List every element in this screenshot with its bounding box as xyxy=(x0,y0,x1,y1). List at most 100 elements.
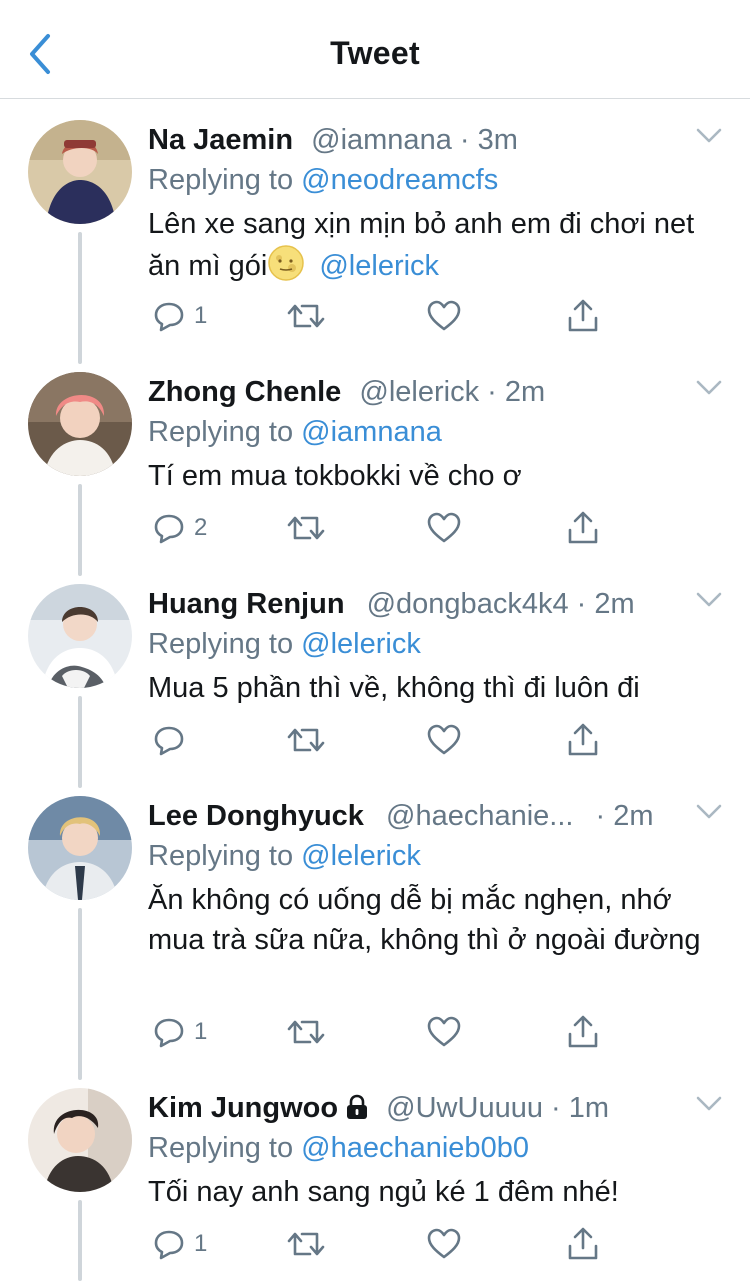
share-button[interactable] xyxy=(566,296,600,336)
tweet-header: Huang Renjun @dongback4k4 · 2m xyxy=(148,584,690,624)
avatar[interactable] xyxy=(28,584,132,688)
replying-label: Replying to xyxy=(148,628,294,660)
username[interactable]: @haechanie... xyxy=(386,800,573,832)
avatar[interactable] xyxy=(28,120,132,224)
timestamp[interactable]: 2m xyxy=(505,376,545,408)
share-icon xyxy=(568,1227,598,1260)
replying-to-link[interactable]: @haechanieb0b0 xyxy=(301,1132,529,1164)
like-button[interactable] xyxy=(426,1224,462,1264)
like-button[interactable] xyxy=(426,508,462,548)
tweet-actions: 1 xyxy=(148,1012,728,1052)
share-button[interactable] xyxy=(566,1224,600,1264)
heart-icon xyxy=(427,1016,461,1047)
retweet-icon xyxy=(287,304,325,328)
tweet[interactable]: Huang Renjun @dongback4k4 · 2m Replying … xyxy=(0,584,750,784)
chevron-down-icon[interactable] xyxy=(696,804,722,820)
avatar[interactable] xyxy=(28,372,132,476)
username[interactable]: @iamnana xyxy=(311,124,452,156)
replying-to-link[interactable]: @iamnana xyxy=(301,416,442,448)
mention-link[interactable]: @lelerick xyxy=(319,250,439,282)
display-name[interactable]: Kim Jungwoo xyxy=(148,1092,338,1124)
like-button[interactable] xyxy=(426,720,462,760)
replying-label: Replying to xyxy=(148,416,294,448)
retweet-button[interactable] xyxy=(286,720,326,760)
retweet-icon xyxy=(287,516,325,540)
tweet-header: Na Jaemin @iamnana · 3m xyxy=(148,120,690,160)
share-button[interactable] xyxy=(566,1012,600,1052)
tweet-header: Lee Donghyuck @haechanie... · 2m xyxy=(148,796,690,836)
share-icon xyxy=(568,1015,598,1048)
reply-button[interactable]: 2 xyxy=(152,508,207,548)
tweet-header: Kim Jungwoo @UwUuuuu · 1m xyxy=(148,1088,690,1128)
reply-button[interactable]: 1 xyxy=(152,1224,207,1264)
separator-dot: · xyxy=(595,800,606,832)
chevron-down-icon[interactable] xyxy=(696,592,722,608)
tweet-actions: 2 xyxy=(148,508,728,548)
replying-to-link[interactable]: @neodreamcfs xyxy=(301,164,498,196)
display-name[interactable]: Lee Donghyuck xyxy=(148,800,364,832)
chevron-down-icon[interactable] xyxy=(696,128,722,144)
separator-dot: · xyxy=(576,588,587,620)
timestamp[interactable]: 2m xyxy=(613,800,653,832)
replying-label: Replying to xyxy=(148,164,294,196)
retweet-button[interactable] xyxy=(286,1224,326,1264)
tweet-text: Tí em mua tokbokki về cho ơ xyxy=(148,460,522,492)
tweet-text: Mua 5 phần thì về, không thì đi luôn đi xyxy=(148,672,640,704)
tweet-text: Tối nay anh sang ngủ ké 1 đêm nhé! xyxy=(148,1176,619,1208)
share-button[interactable] xyxy=(566,508,600,548)
reply-button[interactable]: 1 xyxy=(152,1012,207,1052)
replying-to-link[interactable]: @lelerick xyxy=(301,628,421,660)
separator-dot: · xyxy=(551,1092,561,1124)
avatar[interactable] xyxy=(28,796,132,900)
chevron-down-icon[interactable] xyxy=(696,380,722,396)
username[interactable]: @lelerick xyxy=(359,376,479,408)
tweet[interactable]: Na Jaemin @iamnana · 3m Replying to @neo… xyxy=(0,120,750,350)
tweet[interactable]: Zhong Chenle @lelerick · 2m Replying to … xyxy=(0,372,750,572)
retweet-button[interactable] xyxy=(286,508,326,548)
retweet-button[interactable] xyxy=(286,296,326,336)
reply-count: 1 xyxy=(194,1230,208,1257)
chevron-down-icon[interactable] xyxy=(696,1096,722,1112)
heart-icon xyxy=(427,300,461,331)
heart-icon xyxy=(427,1228,461,1259)
avatar[interactable] xyxy=(28,1088,132,1192)
replying-to: Replying to @lelerick xyxy=(148,836,421,876)
reply-count: 1 xyxy=(194,1018,208,1045)
retweet-icon xyxy=(287,728,325,752)
retweet-icon xyxy=(287,1020,325,1044)
username[interactable]: @UwUuuuu xyxy=(386,1092,543,1124)
like-button[interactable] xyxy=(426,296,462,336)
page-title: Tweet xyxy=(330,35,420,71)
share-button[interactable] xyxy=(566,720,600,760)
reply-icon xyxy=(154,514,184,544)
top-bar: Tweet xyxy=(0,0,750,99)
replying-to-link[interactable]: @lelerick xyxy=(301,840,421,872)
reply-button[interactable] xyxy=(152,720,194,760)
tweet-header: Zhong Chenle @lelerick · 2m xyxy=(148,372,690,412)
timestamp[interactable]: 2m xyxy=(594,588,634,620)
like-button[interactable] xyxy=(426,1012,462,1052)
reply-count: 1 xyxy=(194,302,208,329)
tweet-text: Ăn không có uống dễ bị mắc nghẹn, nhớ mu… xyxy=(148,884,701,956)
heart-icon xyxy=(427,512,461,543)
reply-icon xyxy=(154,726,184,756)
timestamp[interactable]: 3m xyxy=(478,124,518,156)
reply-count: 2 xyxy=(194,514,208,541)
moon-face-emoji-icon xyxy=(268,245,305,281)
tweet[interactable]: Kim Jungwoo @UwUuuuu · 1m Replying to @h… xyxy=(0,1088,750,1281)
reply-button[interactable]: 1 xyxy=(152,296,207,336)
retweet-icon xyxy=(287,1232,325,1256)
timestamp[interactable]: 1m xyxy=(569,1092,609,1124)
retweet-button[interactable] xyxy=(286,1012,326,1052)
display-name[interactable]: Zhong Chenle xyxy=(148,376,341,408)
display-name[interactable]: Huang Renjun xyxy=(148,588,345,620)
tweet-actions xyxy=(148,720,728,760)
replying-to: Replying to @lelerick xyxy=(148,624,421,664)
replying-label: Replying to xyxy=(148,1132,294,1164)
reply-icon xyxy=(154,1018,184,1048)
tweet[interactable]: Lee Donghyuck @haechanie... · 2m Replyin… xyxy=(0,796,750,1072)
username[interactable]: @dongback4k4 xyxy=(367,588,569,620)
tweet-actions: 1 xyxy=(148,1224,728,1264)
display-name[interactable]: Na Jaemin xyxy=(148,124,293,156)
replying-to: Replying to @iamnana xyxy=(148,412,442,452)
